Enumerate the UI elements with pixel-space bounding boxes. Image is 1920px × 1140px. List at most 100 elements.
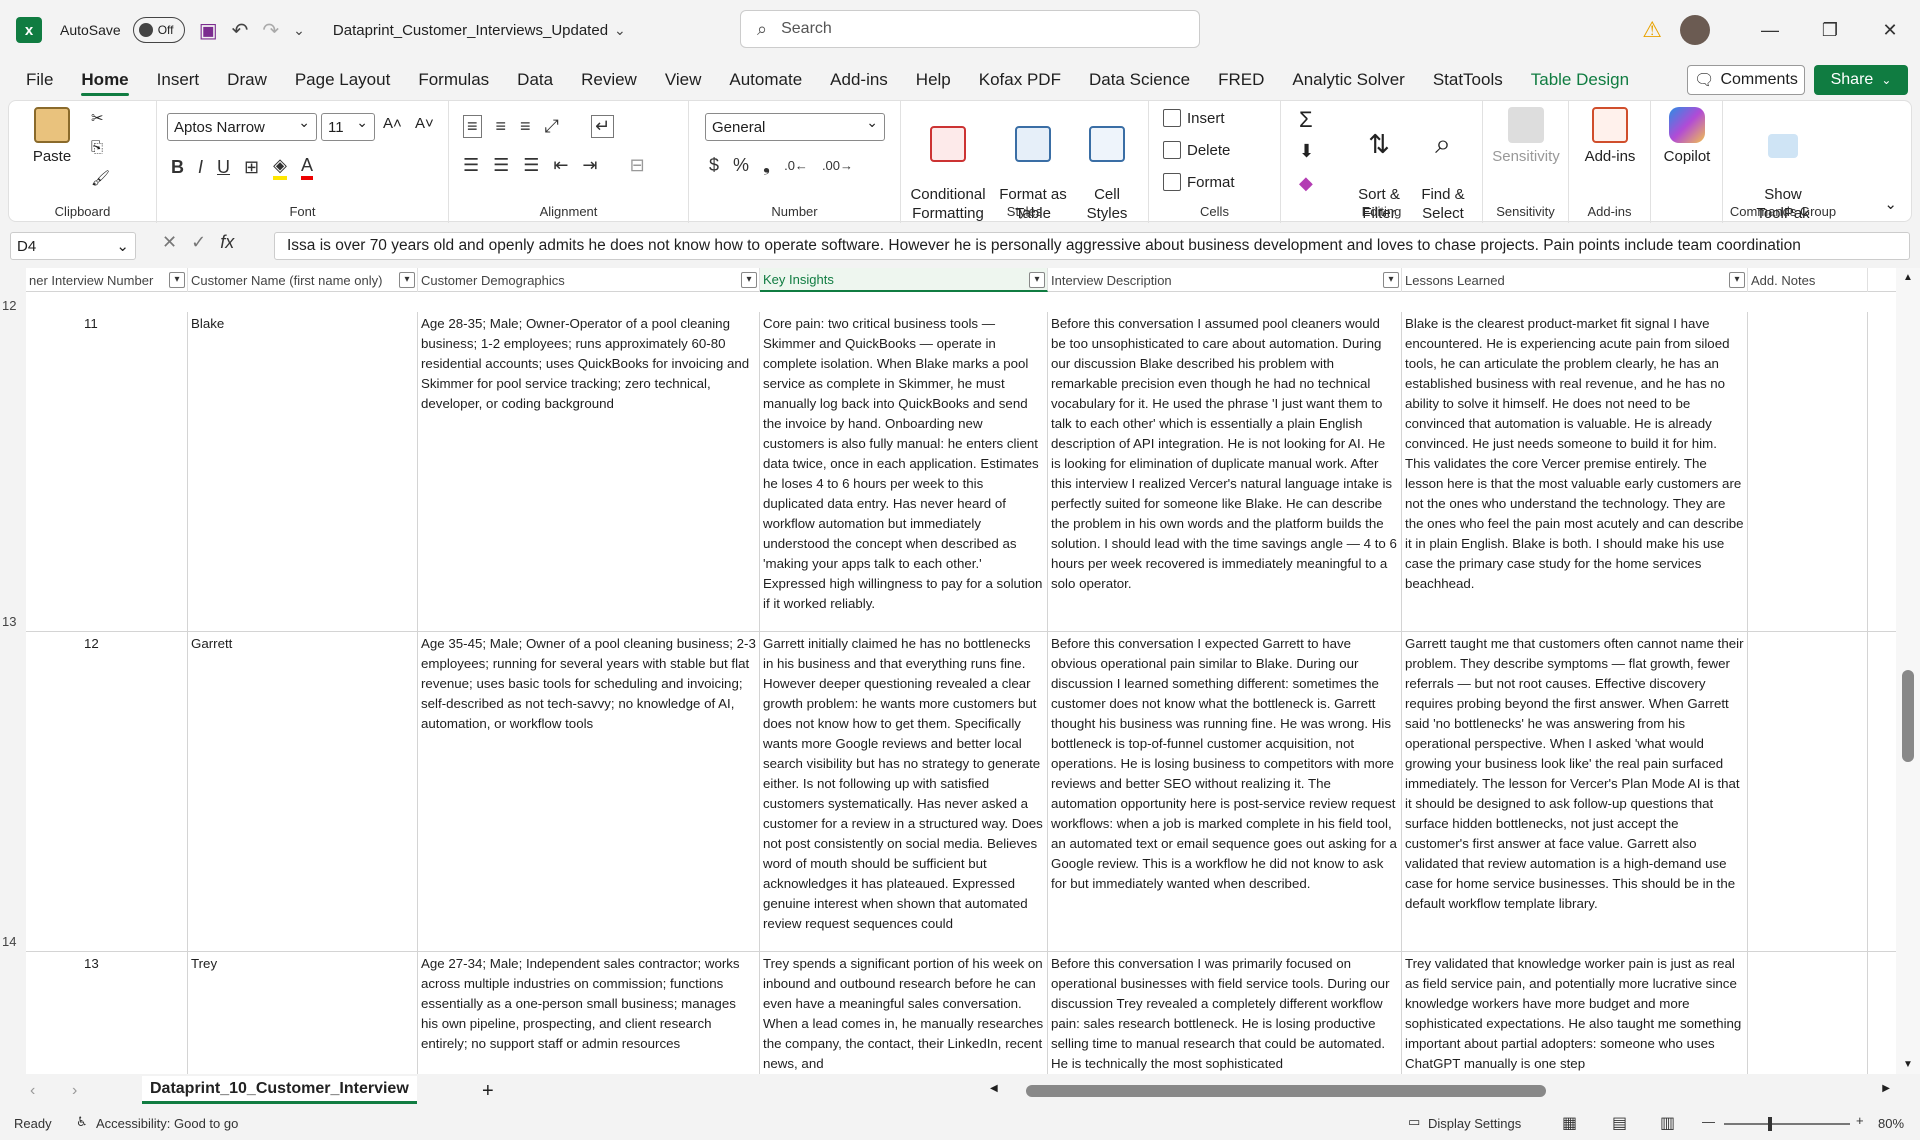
comma-icon[interactable]: ❟: [763, 155, 770, 176]
prev-sheet-icon[interactable]: ‹: [30, 1082, 35, 1100]
insights-cell[interactable]: Garrett initially claimed he has no bott…: [760, 632, 1048, 951]
restore-icon[interactable]: ❐: [1800, 20, 1860, 41]
wrap-text-icon[interactable]: ↵: [590, 115, 615, 138]
align-center-icon[interactable]: ☰: [493, 155, 509, 176]
align-right-icon[interactable]: ☰: [523, 155, 539, 176]
sensitivity-button[interactable]: Sensitivity: [1485, 107, 1567, 166]
format-cells-button[interactable]: Format: [1163, 173, 1235, 191]
number-format-select[interactable]: General: [705, 113, 885, 141]
description-cell[interactable]: Before this conversation I was primarily…: [1048, 952, 1402, 1074]
tab-insert[interactable]: Insert: [143, 60, 214, 100]
font-color-icon[interactable]: A: [300, 155, 313, 180]
autosum-icon[interactable]: Σ: [1299, 107, 1313, 133]
tab-help[interactable]: Help: [902, 60, 965, 100]
insert-function-icon[interactable]: fx: [220, 232, 234, 253]
confirm-entry-icon[interactable]: ✓: [191, 232, 206, 253]
filter-dropdown-icon[interactable]: ▾: [1029, 272, 1045, 288]
undo-icon[interactable]: ↶: [232, 18, 249, 43]
collapse-ribbon-icon[interactable]: ⌄: [1884, 195, 1897, 213]
description-cell[interactable]: Before this conversation I expected Garr…: [1048, 632, 1402, 951]
column-header[interactable]: Add. Notes: [1748, 268, 1868, 292]
copy-icon[interactable]: ⎘: [91, 139, 103, 156]
decrease-decimal-icon[interactable]: .00→: [822, 158, 853, 173]
paste-button[interactable]: Paste: [25, 107, 79, 166]
row-number[interactable]: 13: [2, 614, 16, 629]
borders-icon[interactable]: ⊞: [244, 157, 259, 178]
column-header[interactable]: Customer Demographics ▾: [418, 268, 760, 292]
tab-add-ins[interactable]: Add-ins: [816, 60, 902, 100]
tab-home[interactable]: Home: [67, 60, 142, 100]
interview-number-cell[interactable]: 12: [26, 632, 188, 951]
filter-dropdown-icon[interactable]: ▾: [169, 272, 185, 288]
vertical-scrollbar[interactable]: ▲ ▼: [1896, 268, 1920, 1074]
decrease-indent-icon[interactable]: ⇤: [553, 155, 568, 176]
increase-decimal-icon[interactable]: .0←: [784, 158, 808, 173]
tab-data-science[interactable]: Data Science: [1075, 60, 1204, 100]
filter-dropdown-icon[interactable]: ▾: [399, 272, 415, 288]
align-left-icon[interactable]: ☰: [463, 155, 479, 176]
zoom-level[interactable]: 80%: [1878, 1116, 1904, 1131]
tab-analytic-solver[interactable]: Analytic Solver: [1278, 60, 1418, 100]
delete-cells-button[interactable]: Delete: [1163, 141, 1230, 159]
normal-view-icon[interactable]: ▦: [1562, 1113, 1577, 1133]
autosave-toggle[interactable]: Off: [132, 17, 185, 43]
comments-button[interactable]: 🗨 Comments: [1687, 65, 1805, 95]
align-top-icon[interactable]: ≡: [463, 115, 482, 138]
description-cell[interactable]: Before this conversation I assumed pool …: [1048, 312, 1402, 631]
zoom-slider-thumb[interactable]: [1768, 1117, 1772, 1131]
add-sheet-icon[interactable]: +: [482, 1080, 494, 1103]
currency-icon[interactable]: $: [709, 155, 719, 176]
accessibility-icon[interactable]: ♿: [76, 1114, 88, 1130]
warning-icon[interactable]: ⚠: [1642, 17, 1662, 43]
cancel-entry-icon[interactable]: ✕: [162, 232, 177, 253]
customize-qat-icon[interactable]: ⌄: [293, 22, 305, 39]
tab-view[interactable]: View: [651, 60, 716, 100]
column-header[interactable]: Lessons Learned ▾: [1402, 268, 1748, 292]
file-name[interactable]: Dataprint_Customer_Interviews_Updated: [333, 22, 608, 39]
decrease-font-icon[interactable]: A˅: [415, 115, 434, 132]
cut-icon[interactable]: ✂: [91, 109, 104, 127]
increase-indent-icon[interactable]: ⇥: [583, 155, 598, 176]
filter-dropdown-icon[interactable]: ▾: [1383, 272, 1399, 288]
horizontal-scrollbar[interactable]: ◀ ▶: [990, 1083, 1890, 1097]
redo-icon[interactable]: ↷: [262, 18, 279, 43]
scroll-down-icon[interactable]: ▼: [1903, 1059, 1913, 1070]
tab-stattools[interactable]: StatTools: [1419, 60, 1517, 100]
lessons-cell[interactable]: Blake is the clearest product-market fit…: [1402, 312, 1748, 631]
font-size-select[interactable]: 11: [321, 113, 375, 141]
percent-icon[interactable]: %: [733, 155, 749, 176]
tab-automate[interactable]: Automate: [715, 60, 816, 100]
fill-icon[interactable]: ⬇: [1299, 141, 1314, 162]
tab-draw[interactable]: Draw: [213, 60, 281, 100]
search-input[interactable]: ⌕ Search: [740, 10, 1200, 48]
tab-fred[interactable]: FRED: [1204, 60, 1278, 100]
underline-icon[interactable]: U: [217, 157, 230, 178]
bold-icon[interactable]: B: [171, 157, 184, 178]
tab-formulas[interactable]: Formulas: [404, 60, 503, 100]
clear-icon[interactable]: ◆: [1299, 173, 1313, 194]
increase-font-icon[interactable]: A˄: [383, 115, 402, 132]
page-break-view-icon[interactable]: ▥: [1660, 1113, 1675, 1133]
scroll-left-icon[interactable]: ◀: [990, 1083, 998, 1094]
sheet-tab[interactable]: Dataprint_10_Customer_Interview: [142, 1076, 417, 1104]
customer-name-cell[interactable]: Blake: [188, 312, 418, 631]
interview-number-cell[interactable]: 13: [26, 952, 188, 1074]
add-ins-button[interactable]: Add-ins: [1575, 107, 1645, 166]
insights-cell[interactable]: Core pain: two critical business tools —…: [760, 312, 1048, 631]
horizontal-scroll-thumb[interactable]: [1026, 1085, 1546, 1097]
align-bottom-icon[interactable]: ≡: [520, 116, 531, 137]
lessons-cell[interactable]: Garrett taught me that customers often c…: [1402, 632, 1748, 951]
row-number[interactable]: 12: [2, 298, 16, 313]
zoom-slider[interactable]: [1724, 1117, 1850, 1131]
tab-table-design[interactable]: Table Design: [1517, 60, 1643, 100]
name-box[interactable]: D4 ⌄: [10, 232, 136, 260]
demographics-cell[interactable]: Age 27-34; Male; Independent sales contr…: [418, 952, 760, 1074]
filter-dropdown-icon[interactable]: ▾: [1729, 272, 1745, 288]
fill-color-icon[interactable]: ◈: [273, 155, 287, 180]
next-sheet-icon[interactable]: ›: [72, 1082, 77, 1100]
page-layout-view-icon[interactable]: ▤: [1612, 1113, 1627, 1133]
save-icon[interactable]: ▣: [199, 18, 218, 43]
align-middle-icon[interactable]: ≡: [496, 116, 507, 137]
format-painter-icon[interactable]: 🖌: [91, 169, 110, 187]
scroll-right-icon[interactable]: ▶: [1882, 1083, 1890, 1094]
